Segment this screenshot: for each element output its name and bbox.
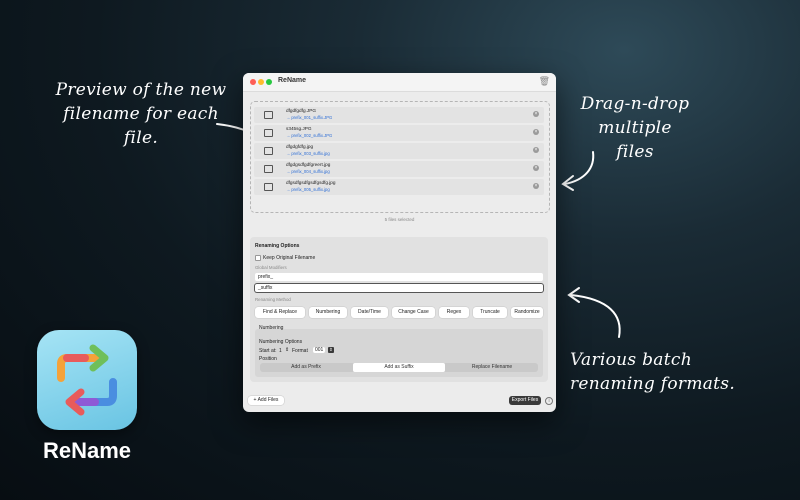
file-new-name: → prefix_005_suffix.jpg (286, 187, 330, 192)
drop-zone[interactable]: dfgdfgdfg.JPG → prefix_001_suffix.JPG × … (250, 101, 550, 213)
file-new-name: → prefix_004_suffix.jpg (286, 169, 330, 174)
file-row[interactable]: s345sg.JPG → prefix_002_suffix.JPG × (254, 125, 544, 141)
minimize-window-button[interactable] (258, 79, 264, 85)
remove-file-icon[interactable]: × (533, 129, 539, 135)
caption-preview: Preview of the new filename for each fil… (46, 78, 236, 150)
add-files-label: Add Files (257, 397, 279, 403)
caption-preview-line1: Preview of the new (55, 80, 227, 100)
position-suffix-segment[interactable]: Add as Suffix (353, 363, 445, 372)
info-icon[interactable]: i (545, 397, 553, 405)
add-files-button[interactable]: + Add Files (248, 396, 284, 405)
global-modifiers-label: Global Modifiers (255, 265, 287, 270)
file-row[interactable]: dfgdfgdfg.JPG → prefix_001_suffix.JPG × (254, 107, 544, 123)
file-new-name: → prefix_003_suffix.jpg (286, 151, 330, 156)
image-file-icon (264, 147, 273, 155)
remove-file-icon[interactable]: × (533, 183, 539, 189)
keep-original-checkbox[interactable] (255, 255, 261, 261)
format-label: Format (292, 348, 308, 354)
image-file-icon (264, 183, 273, 191)
format-select[interactable]: 001 (313, 347, 326, 353)
image-file-icon (264, 129, 273, 137)
keep-original-label: Keep Original Filename (263, 255, 316, 261)
format-chevron-icon[interactable]: ⇕ (328, 347, 334, 353)
file-row[interactable]: dfgdgfdfg.jpg → prefix_003_suffix.jpg × (254, 143, 544, 159)
file-original-name: s345sg.JPG (286, 126, 312, 131)
caption-formats: Various batch renaming formats. (570, 348, 740, 396)
method-find-replace-button[interactable]: Find & Replace (255, 307, 305, 318)
remove-file-icon[interactable]: × (533, 165, 539, 171)
position-label: Position (259, 356, 277, 362)
app-icon (37, 330, 137, 430)
options-title: Renaming Options (255, 243, 300, 249)
method-randomize-button[interactable]: Randomize (511, 307, 543, 318)
file-row[interactable]: dfgsdfgsdfgsdfgsdfg.jpg → prefix_005_suf… (254, 179, 544, 195)
suffix-field[interactable]: _suffix (255, 284, 543, 292)
file-original-name: dfgdgfdfg.jpg (286, 144, 314, 149)
stepper-icon[interactable]: ⇕ (285, 347, 289, 353)
caption-preview-line2: filename for each file. (63, 104, 219, 148)
position-segmented-control[interactable]: Add as Prefix Add as Suffix Replace File… (260, 363, 538, 372)
numbering-section: Numbering Numbering Options Start at: 1 … (255, 325, 543, 377)
image-file-icon (264, 111, 273, 119)
caption-formats-line2: renaming formats. (570, 374, 736, 394)
renaming-options-panel: Renaming Options Keep Original Filename … (250, 237, 548, 382)
file-original-name: dfgdfgdfg.JPG (286, 108, 316, 113)
start-at-label: Start at: (259, 348, 277, 354)
rename-arrows-icon (57, 344, 117, 416)
caption-dragdrop-line1: Drag-n-drop (580, 94, 690, 114)
position-replace-segment[interactable]: Replace Filename (446, 363, 538, 372)
file-new-name: → prefix_002_suffix.JPG (286, 133, 333, 138)
method-change-case-button[interactable]: Change Case (392, 307, 435, 318)
remove-file-icon[interactable]: × (533, 147, 539, 153)
zoom-window-button[interactable] (266, 79, 272, 85)
file-new-name: → prefix_001_suffix.JPG (286, 115, 333, 120)
image-file-icon (264, 165, 273, 173)
method-regex-button[interactable]: Regex (439, 307, 469, 318)
arrow-to-dropzone-icon (561, 151, 595, 191)
files-selected-count: 5 files selected (384, 217, 415, 222)
export-files-button[interactable]: Export Files (509, 396, 541, 405)
arrow-to-options-icon (567, 287, 621, 338)
app-name: ReName (42, 438, 132, 463)
numbering-title: Numbering (259, 325, 284, 331)
numbering-options-label: Numbering Options (259, 339, 303, 345)
prefix-field[interactable]: prefix_ (255, 273, 543, 281)
file-original-name: dfgsdfgsdfgsdfgsdfg.jpg (286, 180, 336, 185)
trash-icon[interactable]: 🗑 (539, 76, 550, 87)
method-numbering-button[interactable]: Numbering (309, 307, 347, 318)
position-prefix-segment[interactable]: Add as Prefix (260, 363, 352, 372)
method-datetime-button[interactable]: Date/Time (351, 307, 388, 318)
caption-formats-line1: Various batch (570, 350, 692, 370)
method-truncate-button[interactable]: Truncate (473, 307, 507, 318)
file-row[interactable]: dfgdgsdfgdfgreert.jpg → prefix_004_suffi… (254, 161, 544, 177)
app-window: ReName 🗑 dfgdfgdfg.JPG → prefix_001_suff… (243, 73, 556, 412)
renaming-method-label: Renaming Method (255, 297, 291, 302)
close-window-button[interactable] (250, 79, 256, 85)
remove-file-icon[interactable]: × (533, 111, 539, 117)
start-at-value[interactable]: 1 (279, 348, 282, 354)
title-bar: ReName 🗑 (243, 73, 556, 92)
file-original-name: dfgdgsdfgdfgreert.jpg (286, 162, 331, 167)
window-title: ReName (278, 77, 307, 84)
